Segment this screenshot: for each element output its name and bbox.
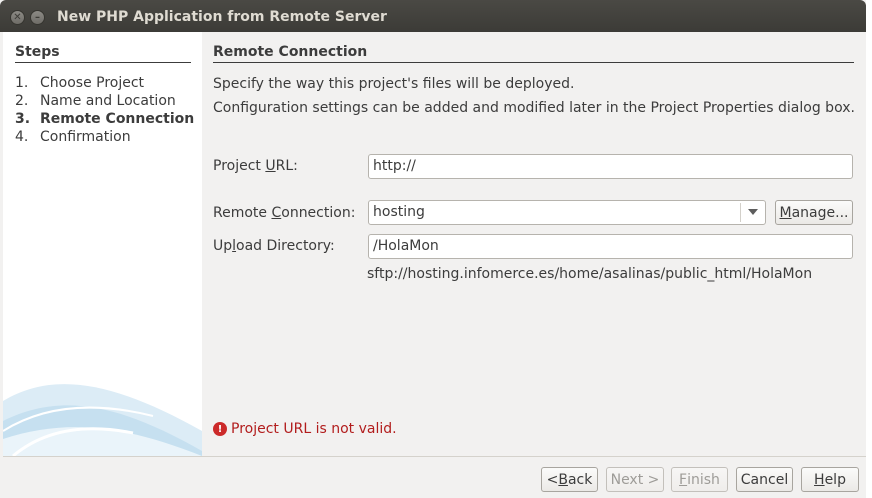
step-item-active: 3. Remote Connection [15, 111, 195, 127]
upload-directory-label: Upload Directory: [213, 238, 335, 254]
section-title: Remote Connection [213, 44, 368, 60]
steps-sidebar: Steps 1. Choose Project 2. Name and Locati… [3, 32, 202, 456]
step-list: 1. Choose Project 2. Name and Location 3. R… [15, 74, 194, 146]
step-item: 4. Confirmation [15, 129, 131, 145]
steps-title: Steps [15, 44, 60, 60]
description-line-2: Configuration settings can be added and … [213, 100, 855, 116]
sftp-path: sftp://hosting.infomerce.es/home/asalina… [367, 266, 813, 282]
close-icon[interactable]: ✕ [10, 10, 25, 25]
cancel-button[interactable]: Cancel [736, 467, 793, 492]
upload-directory-input[interactable]: /HolaMon [368, 234, 853, 259]
combo-separator [740, 203, 741, 222]
project-url-input[interactable]: http:// [368, 154, 853, 179]
step-item: 2. Name and Location [15, 93, 176, 109]
steps-divider [15, 62, 191, 63]
help-button[interactable]: Help [801, 467, 859, 492]
error-message: ! Project URL is not valid. [213, 421, 397, 437]
minimize-icon[interactable]: – [30, 10, 45, 25]
step-item: 1. Choose Project [15, 75, 145, 91]
remote-connection-value: hosting [373, 204, 425, 220]
button-bar-divider [3, 456, 866, 457]
chevron-down-icon[interactable] [748, 209, 758, 215]
error-text: Project URL is not valid. [231, 421, 397, 437]
window-title: New PHP Application from Remote Server [57, 9, 387, 25]
remote-connection-select[interactable]: hosting [368, 200, 766, 225]
back-button[interactable]: < Back [541, 467, 598, 492]
project-url-label: Project URL: [213, 158, 298, 174]
manage-button[interactable]: Manage... [775, 200, 853, 225]
next-button[interactable]: Next > [606, 467, 664, 492]
title-bar: ✕ – New PHP Application from Remote Serv… [0, 0, 866, 32]
remote-connection-label: Remote Connection: [213, 205, 356, 221]
main-panel: Remote Connection Specify the way this p… [202, 32, 866, 456]
error-icon: ! [213, 422, 227, 436]
section-divider [213, 62, 854, 63]
window-edge [866, 0, 872, 498]
description-line-1: Specify the way this project's files wil… [213, 76, 575, 92]
finish-button[interactable]: Finish [671, 467, 728, 492]
wizard-decoration [3, 384, 202, 456]
